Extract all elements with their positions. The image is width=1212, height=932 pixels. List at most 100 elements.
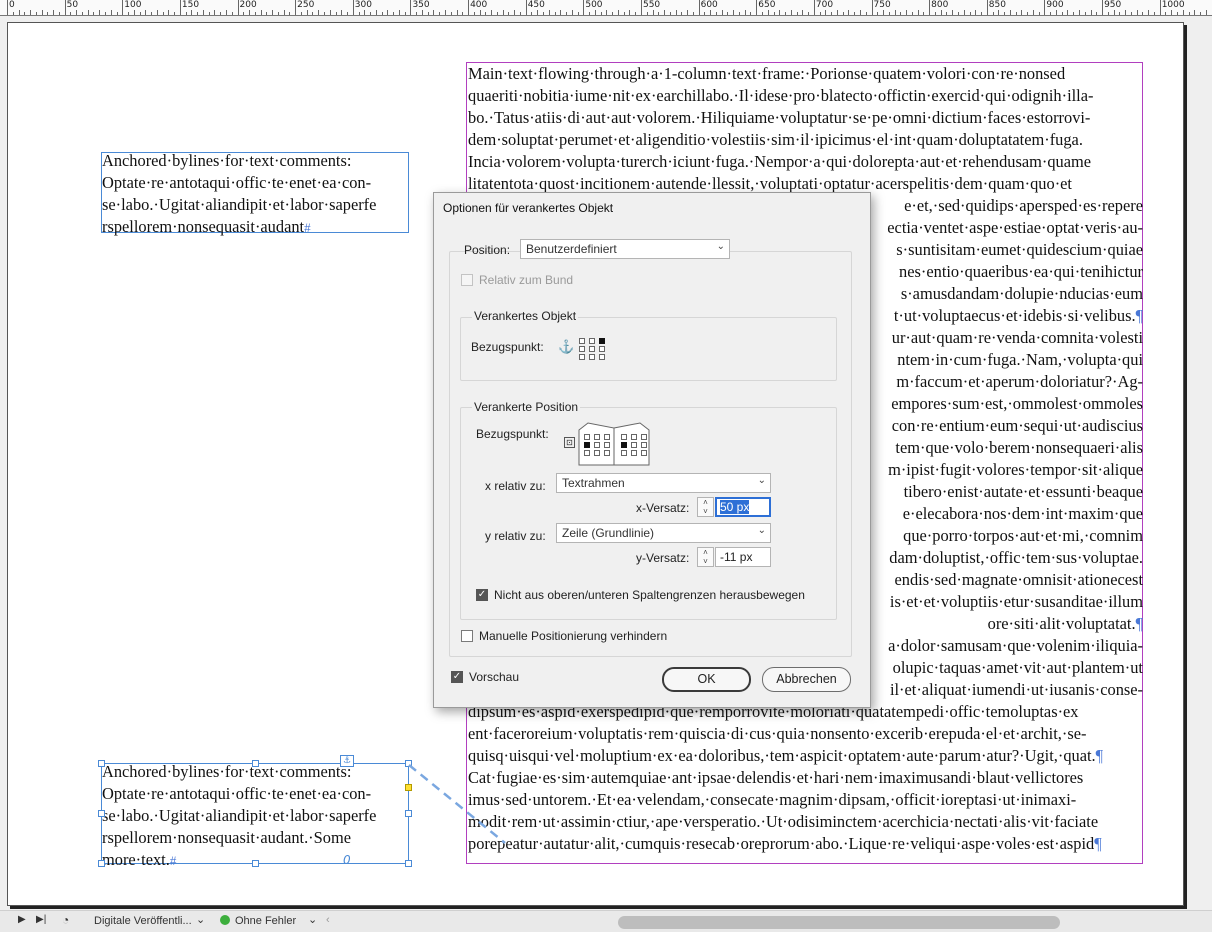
- ruler-tick: [318, 10, 320, 15]
- horizontal-ruler[interactable]: 0 50 100 150 200 250 300 350 400 450 500 550 600 650 7…: [0, 0, 1212, 16]
- ruler-tick: [231, 12, 233, 15]
- ruler-tick: [70, 12, 72, 15]
- ruler-tick: [53, 10, 55, 15]
- ruler-tick: [687, 10, 689, 15]
- anchored-byline-text[interactable]: Anchored·bylines·for·text·comments: Optat…: [102, 761, 376, 872]
- live-corner-handle[interactable]: [405, 784, 412, 791]
- right-page-ref-grid[interactable]: [621, 434, 649, 456]
- x-offset-field[interactable]: 50 px: [715, 497, 771, 517]
- ruler-label: 850: [988, 0, 1006, 10]
- last-page-icon[interactable]: ▶|: [36, 914, 46, 925]
- document-status-icon[interactable]: ◔: [62, 913, 69, 927]
- ruler-tick: [813, 0, 815, 15]
- keep-within-column-checkbox[interactable]: ✓: [476, 589, 488, 601]
- anchored-byline-frame-top[interactable]: Anchored·bylines·for·text·comments: Optat…: [101, 151, 409, 236]
- ruler-tick: [1165, 12, 1167, 15]
- ruler-tick: [957, 12, 959, 15]
- ruler-tick: [917, 10, 919, 15]
- selection-handle[interactable]: [98, 860, 105, 867]
- selection-handle[interactable]: [252, 760, 259, 767]
- selection-handle[interactable]: [252, 860, 259, 867]
- x-relative-label: x relativ zu:: [485, 479, 546, 493]
- ruler-tick: [1171, 10, 1173, 15]
- ruler-tick: [104, 12, 106, 15]
- position-label: Position:: [464, 243, 511, 257]
- text-line-content: m·ipist·fugit·volores·tempor·sit·alique: [888, 460, 1143, 479]
- ruler-label: 750: [873, 0, 891, 10]
- ruler-tick: [249, 10, 251, 15]
- ruler-tick: [375, 10, 377, 15]
- ruler-tick: [116, 12, 118, 15]
- ruler-tick: [704, 12, 706, 15]
- byline-line-content: Optate·re·antotaqui·offic·te·enet·ea·con…: [102, 784, 372, 803]
- ruler-label: 400: [470, 0, 488, 10]
- left-page-ref-grid[interactable]: [584, 434, 612, 456]
- y-relative-value: Zeile (Grundlinie): [562, 526, 655, 540]
- ruler-tick: [911, 12, 913, 15]
- ruler-tick: [525, 0, 527, 15]
- horizontal-scrollbar-thumb[interactable]: [618, 916, 1060, 929]
- ruler-tick: [202, 10, 204, 15]
- text-line-content: olupic·taquas·amet·vit·aut·plantem·ut: [892, 658, 1143, 677]
- position-select[interactable]: Benutzerdefiniert ⌄: [520, 239, 730, 259]
- byline-line-content: Anchored·bylines·for·text·comments:: [102, 151, 352, 170]
- preview-label: Vorschau: [469, 670, 520, 684]
- preflight-status[interactable]: Ohne Fehler: [220, 915, 296, 927]
- ruler-tick: [923, 12, 925, 15]
- text-line-content: empores·sum·est,·ommolest·ommoles: [891, 394, 1143, 413]
- ruler-tick: [214, 10, 216, 15]
- anchored-object-options-dialog[interactable]: Optionen für verankertes Objekt Position…: [433, 192, 871, 708]
- ruler-tick: [929, 0, 931, 15]
- selection-handle[interactable]: [405, 810, 412, 817]
- prevent-manual-checkbox[interactable]: [461, 630, 473, 642]
- ruler-tick: [1153, 12, 1155, 15]
- y-offset-stepper[interactable]: ˄ ˅: [697, 547, 714, 567]
- preflight-profile[interactable]: Digitale Veröffentli...: [94, 915, 192, 927]
- ruler-tick: [831, 12, 833, 15]
- selection-handle[interactable]: [98, 810, 105, 817]
- text-line: Main·text·flowing·through·a·1-column·tex…: [468, 63, 1143, 85]
- ruler-tick: [1119, 12, 1121, 15]
- anchored-byline-text[interactable]: Anchored·bylines·for·text·comments: Optat…: [102, 150, 376, 239]
- ruler-tick: [519, 12, 521, 15]
- selection-handle[interactable]: [98, 760, 105, 767]
- story-end-mark: #: [169, 853, 177, 868]
- byline-line-content: Anchored·bylines·for·text·comments:: [102, 762, 352, 781]
- text-line-content: nes·entio·quaeribus·ea·qui·tenihictur: [899, 262, 1143, 281]
- anchor-icon[interactable]: ⚓: [340, 755, 354, 767]
- byline-line: se·labo.·Ugitat·aliandipit·et·labor·sape…: [102, 194, 376, 216]
- y-offset-value: -11 px: [720, 550, 753, 564]
- x-offset-stepper[interactable]: ˄ ˅: [697, 497, 714, 517]
- next-page-icon[interactable]: ▶: [18, 914, 26, 925]
- byline-line: Anchored·bylines·for·text·comments:: [102, 150, 376, 172]
- selection-handle[interactable]: [405, 860, 412, 867]
- y-offset-field[interactable]: -11 px: [715, 547, 771, 567]
- chevron-down-icon[interactable]: ⌄: [196, 913, 205, 926]
- ruler-tick: [323, 12, 325, 15]
- text-line-content: is·et·et·voluptiis·etur·susanditae·illum: [889, 592, 1143, 611]
- ruler-tick: [543, 12, 544, 15]
- anchored-byline-frame-bottom[interactable]: Anchored·bylines·for·text·comments: Optat…: [101, 762, 409, 869]
- chevron-down-icon: ⌄: [757, 475, 766, 486]
- position-select-value: Benutzerdefiniert: [526, 242, 617, 256]
- preflight-status-label: Ohne Fehler: [235, 915, 297, 927]
- cancel-button[interactable]: Abbrechen: [762, 667, 851, 692]
- ruler-tick: [35, 12, 37, 15]
- ruler-label: 700: [815, 0, 834, 10]
- page-shadow: [1184, 25, 1187, 909]
- ruler-tick: [508, 12, 510, 15]
- object-reference-point-grid[interactable]: [579, 338, 607, 360]
- ruler-tick: [883, 10, 885, 15]
- y-relative-select[interactable]: Zeile (Grundlinie) ⌄: [556, 523, 771, 543]
- preview-checkbox[interactable]: ✓: [451, 671, 463, 683]
- x-relative-select[interactable]: Textrahmen ⌄: [556, 473, 771, 493]
- ruler-tick: [272, 10, 274, 15]
- ruler-tick: [589, 12, 591, 15]
- ruler-tick: [548, 10, 550, 15]
- ok-button[interactable]: OK: [662, 667, 751, 692]
- chevron-down-icon[interactable]: ⌄: [308, 913, 317, 926]
- scroll-left-icon[interactable]: ‹: [326, 914, 330, 926]
- relative-spine-checkbox[interactable]: [461, 274, 473, 286]
- spread-reference-point-widget[interactable]: [578, 422, 650, 466]
- selection-handle[interactable]: [405, 760, 412, 767]
